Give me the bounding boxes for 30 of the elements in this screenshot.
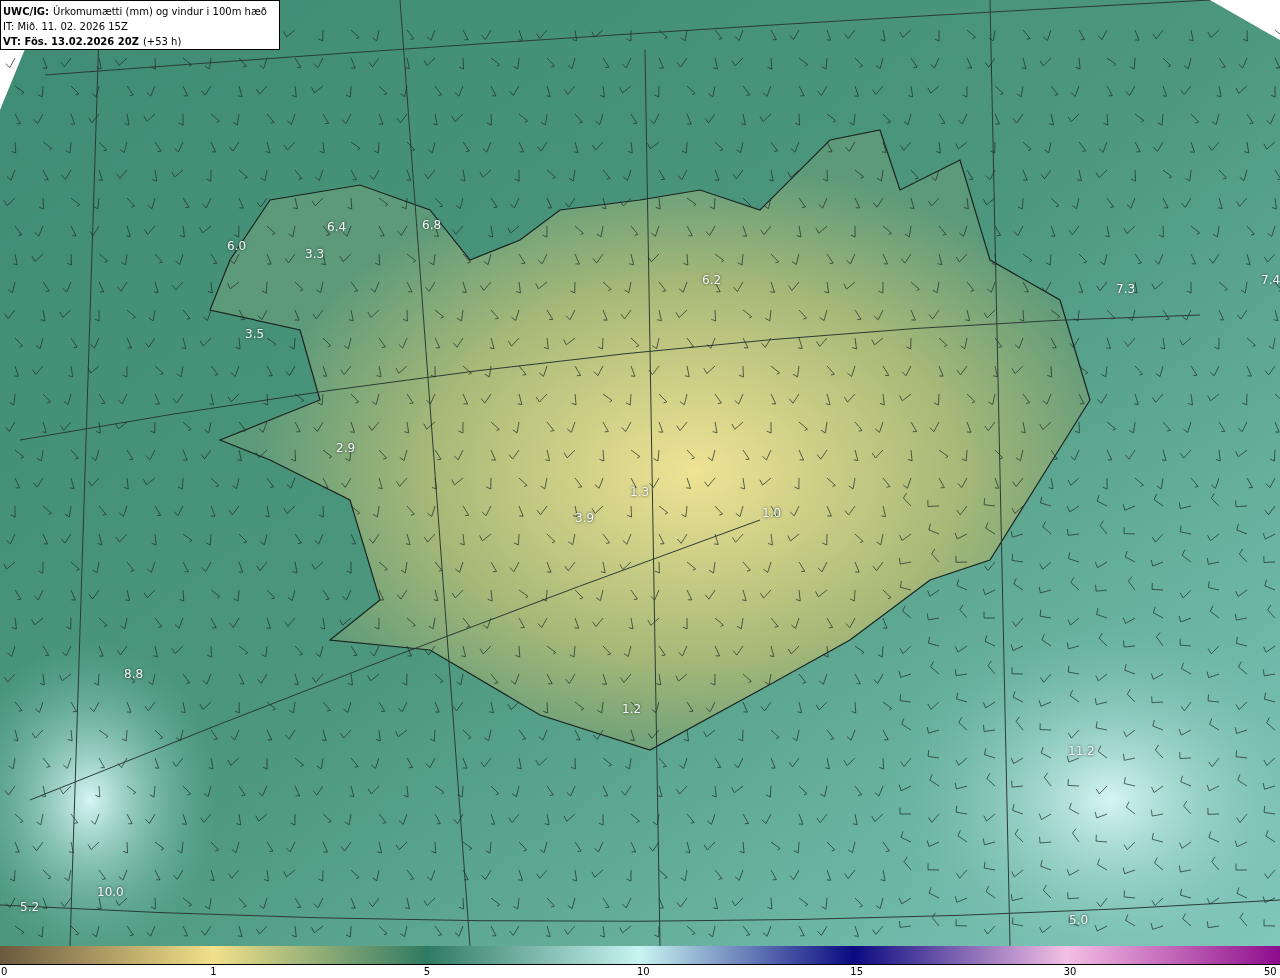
- value-label: 11.2: [1068, 745, 1095, 757]
- scale-tick-label: 10: [637, 965, 650, 978]
- value-label: 7.3: [1116, 283, 1136, 295]
- value-label: 5.2: [20, 901, 40, 913]
- scale-tick-label: 5: [423, 965, 431, 978]
- value-label: 1.2: [622, 703, 642, 715]
- value-label: 1.3: [630, 486, 650, 498]
- scale-tick-label: 1: [210, 965, 217, 978]
- value-label: 8.8: [124, 668, 144, 680]
- map-title: Úrkomumætti (mm) og vindur i 100m hæð: [53, 4, 267, 19]
- scale-tick-label: 15: [850, 965, 864, 978]
- value-label: 6.0: [227, 240, 247, 252]
- value-label: 6.8: [422, 219, 442, 231]
- value-label: 6.4: [327, 221, 347, 233]
- value-label: 7.4: [1261, 274, 1280, 286]
- scale-tick-label: 0: [1, 965, 8, 978]
- scale-tick-label: 50: [1264, 965, 1277, 978]
- value-label: 3.5: [245, 328, 265, 340]
- forecast-offset: (+53 h): [142, 35, 182, 49]
- value-label: 10.0: [97, 886, 124, 898]
- valid-time: VT: Fös. 13.02.2026 20Z: [3, 35, 139, 49]
- value-label: 3.9: [575, 512, 595, 524]
- value-label: 1.0: [762, 507, 782, 519]
- value-label: 5.0: [1069, 914, 1089, 926]
- model-name: UWC/IG:: [3, 5, 50, 19]
- value-label: 2.9: [336, 442, 356, 454]
- value-label: 3.3: [305, 248, 325, 260]
- scale-tick-label: 30: [1063, 965, 1077, 978]
- value-label: 6.2: [702, 274, 722, 286]
- init-time: IT: Mið. 11. 02. 2026 15Z: [3, 20, 129, 34]
